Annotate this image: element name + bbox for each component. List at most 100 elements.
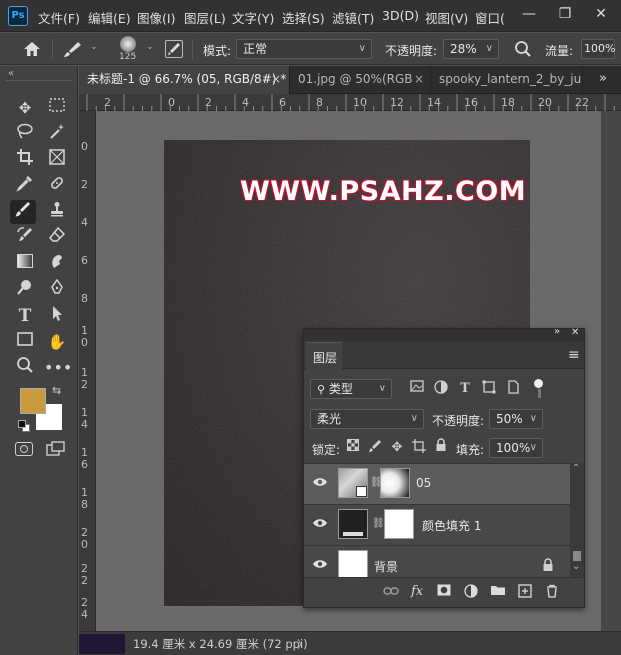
layer-opacity-field[interactable]: 50% ∨ <box>489 409 543 429</box>
filter-shape-icon[interactable] <box>480 380 498 398</box>
layer-mask-thumbnail[interactable] <box>380 468 410 498</box>
dodge-tool-icon[interactable] <box>12 278 38 302</box>
more-tools-icon[interactable]: ••• <box>44 356 72 380</box>
menu-filter[interactable]: 滤镜(T) <box>332 8 374 27</box>
filter-adjustment-icon[interactable] <box>432 380 450 398</box>
link-layers-icon[interactable] <box>382 584 400 602</box>
zoom-tool-icon[interactable] <box>12 356 38 380</box>
add-mask-icon[interactable] <box>435 584 453 602</box>
layer-thumbnail[interactable] <box>338 509 368 539</box>
layer-row-color-fill[interactable]: ⛓ 颜色填充 1 <box>304 505 570 546</box>
tab-document-3[interactable]: spooky_lantern_2_by_jum <box>431 66 583 94</box>
crop-tool-icon[interactable] <box>12 148 38 172</box>
swap-colors-icon[interactable]: ⇆ <box>52 384 61 397</box>
menu-image[interactable]: 图像(I) <box>137 8 175 27</box>
tab-document-2[interactable]: 01.jpg @ 50%(RGB... × <box>290 66 431 94</box>
filter-pixel-icon[interactable] <box>408 380 426 398</box>
menu-view[interactable]: 视图(V) <box>425 8 468 27</box>
gradient-tool-icon[interactable] <box>12 252 38 276</box>
layer-thumbnail[interactable] <box>338 550 368 580</box>
brush-size-picker[interactable]: 125 <box>114 35 144 65</box>
status-menu-arrow[interactable]: 〉 <box>297 636 308 652</box>
move-tool-icon[interactable]: ✥ <box>12 96 38 120</box>
frame-tool-icon[interactable] <box>44 148 70 172</box>
tab-close-icon[interactable]: × <box>411 66 424 93</box>
menu-3d[interactable]: 3D(D) <box>382 8 419 23</box>
eyedropper-tool-icon[interactable] <box>12 174 38 198</box>
chain-link-icon[interactable]: ⛓ <box>372 518 385 529</box>
collapse-toolbar-icon[interactable]: « <box>8 68 14 79</box>
lock-artboard-icon[interactable] <box>410 439 428 457</box>
filter-type-icon[interactable]: T <box>456 380 474 398</box>
tab-close-icon[interactable]: × <box>271 66 281 93</box>
default-colors-icon[interactable] <box>18 420 30 432</box>
panel-menu-icon[interactable]: ≡ <box>568 347 580 363</box>
scroll-up-icon[interactable]: ⌃ <box>572 463 580 474</box>
minimize-button[interactable]: — <box>511 0 547 28</box>
visibility-eye-icon[interactable] <box>312 517 328 533</box>
filter-smart-object-icon[interactable] <box>504 380 522 398</box>
eraser-tool-icon[interactable] <box>44 226 70 250</box>
pressure-opacity-icon[interactable] <box>514 40 532 58</box>
type-tool-icon[interactable]: T <box>12 304 38 328</box>
trash-icon[interactable] <box>543 584 561 602</box>
smudge-tool-icon[interactable] <box>44 252 70 276</box>
scroll-thumb[interactable] <box>573 551 581 561</box>
history-brush-tool-icon[interactable] <box>12 226 38 250</box>
clone-stamp-tool-icon[interactable] <box>44 200 70 224</box>
lock-transparency-icon[interactable] <box>344 439 362 457</box>
chevron-down-icon[interactable]: ⌄ <box>90 42 98 52</box>
menu-edit[interactable]: 编辑(E) <box>88 8 131 27</box>
menu-layer[interactable]: 图层(L) <box>184 8 226 27</box>
visibility-eye-icon[interactable] <box>312 558 328 574</box>
menu-select[interactable]: 选择(S) <box>282 8 325 27</box>
tab-overflow-icon[interactable]: » <box>599 71 607 86</box>
visibility-eye-icon[interactable] <box>312 476 328 492</box>
layer-mask-thumbnail[interactable] <box>384 509 414 539</box>
close-button[interactable]: ✕ <box>583 0 619 28</box>
close-panel-icon[interactable]: ✕ <box>571 327 579 338</box>
screen-mode-icon[interactable] <box>46 441 66 457</box>
marquee-tool-icon[interactable] <box>44 96 70 120</box>
menu-type[interactable]: 文字(Y) <box>232 8 274 27</box>
restore-button[interactable]: ❐ <box>547 0 583 28</box>
hand-tool-icon[interactable]: ✋ <box>44 330 70 354</box>
layers-scrollbar[interactable]: ⌃ ⌄ <box>570 463 584 577</box>
flow-field[interactable]: 100% <box>581 39 615 59</box>
layer-row-05[interactable]: ⛓ 05 <box>304 464 570 505</box>
blend-mode-select[interactable]: 柔光 ∨ <box>310 409 424 429</box>
opacity-field[interactable]: 28% ∨ <box>443 39 499 59</box>
fx-icon[interactable]: fx <box>411 584 423 599</box>
adjustment-layer-icon[interactable] <box>462 584 480 602</box>
fill-field[interactable]: 100% ∨ <box>489 438 543 458</box>
new-group-icon[interactable] <box>489 584 507 602</box>
magic-wand-tool-icon[interactable] <box>44 122 70 146</box>
filter-toggle-icon[interactable] <box>534 379 544 399</box>
collapse-panel-icon[interactable]: » <box>554 326 560 337</box>
foreground-color-swatch[interactable] <box>20 388 46 414</box>
vertical-scrollbar[interactable] <box>601 111 621 631</box>
pen-tool-icon[interactable] <box>44 278 70 302</box>
layer-filter-select[interactable]: ⚲ 类型 ∨ <box>310 379 392 399</box>
lasso-tool-icon[interactable] <box>12 122 38 146</box>
path-selection-tool-icon[interactable] <box>44 304 70 328</box>
tab-layers[interactable]: 图层 <box>306 342 342 369</box>
layer-thumbnail[interactable] <box>338 468 368 498</box>
chevron-down-icon[interactable]: ⌄ <box>146 42 154 52</box>
brush-settings-icon[interactable] <box>165 40 183 58</box>
brush-tool-preset-icon[interactable] <box>62 40 84 58</box>
lock-position-icon[interactable]: ✥ <box>388 439 406 457</box>
brush-tool-icon[interactable] <box>10 200 36 224</box>
healing-brush-tool-icon[interactable] <box>44 174 70 198</box>
menu-file[interactable]: 文件(F) <box>38 8 80 27</box>
home-icon[interactable] <box>22 40 42 58</box>
lock-pixels-icon[interactable] <box>366 439 384 457</box>
new-layer-icon[interactable] <box>516 584 534 602</box>
tab-document-1[interactable]: 未标题-1 @ 66.7% (05, RGB/8#) * × <box>79 66 290 94</box>
mode-select[interactable]: 正常 ∨ <box>236 39 372 59</box>
quick-mask-icon[interactable] <box>15 442 33 456</box>
lock-all-icon[interactable] <box>432 438 450 456</box>
rectangle-tool-icon[interactable] <box>12 330 38 354</box>
menu-window[interactable]: 窗口( <box>475 8 505 27</box>
scroll-down-icon[interactable]: ⌄ <box>572 561 580 572</box>
